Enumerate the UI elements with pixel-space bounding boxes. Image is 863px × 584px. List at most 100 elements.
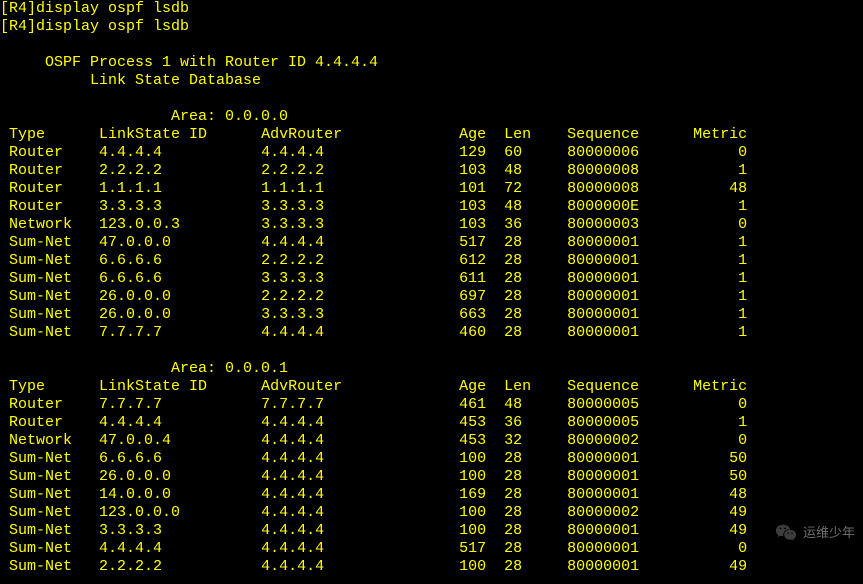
cell-type: Sum-Net xyxy=(0,252,99,269)
cell-type: Sum-Net xyxy=(0,450,99,467)
lsdb-row: Sum-Net 123.0.0.0 4.4.4.4 100 28 8000000… xyxy=(0,504,747,521)
lsdb-row: Sum-Net 6.6.6.6 4.4.4.4 100 28 80000001 … xyxy=(0,450,747,467)
cell-seq: 80000001 xyxy=(567,450,675,467)
lsdb-row: Sum-Net 26.0.0.0 2.2.2.2 697 28 80000001… xyxy=(0,288,747,305)
lsdb-row: Sum-Net 3.3.3.3 4.4.4.4 100 28 80000001 … xyxy=(0,522,747,539)
cell-seq: 80000005 xyxy=(567,414,675,431)
cell-adv: 3.3.3.3 xyxy=(261,270,459,287)
col-header-lsid: LinkState ID xyxy=(99,126,261,143)
cell-lsid: 4.4.4.4 xyxy=(99,414,261,431)
cell-seq: 80000001 xyxy=(567,252,675,269)
cell-lsid: 2.2.2.2 xyxy=(99,558,261,575)
col-header-len: Len xyxy=(504,378,567,395)
cell-adv: 4.4.4.4 xyxy=(261,324,459,341)
cell-metric: 50 xyxy=(675,450,747,467)
cell-lsid: 47.0.0.4 xyxy=(99,432,261,449)
cell-adv: 2.2.2.2 xyxy=(261,252,459,269)
cell-metric: 0 xyxy=(675,216,747,233)
cell-adv: 3.3.3.3 xyxy=(261,198,459,215)
cell-lsid: 7.7.7.7 xyxy=(99,396,261,413)
cell-lsid: 4.4.4.4 xyxy=(99,144,261,161)
cell-len: 60 xyxy=(504,144,567,161)
cell-len: 32 xyxy=(504,432,567,449)
banner-line-2: Link State Database xyxy=(0,72,261,89)
cell-metric: 50 xyxy=(675,468,747,485)
area-title: Area: 0.0.0.0 xyxy=(0,108,288,125)
cell-type: Router xyxy=(0,396,99,413)
command-line[interactable]: [R4]display ospf lsdb xyxy=(0,18,189,35)
col-header-metric: Metric xyxy=(675,126,747,143)
cell-age: 461 xyxy=(459,396,504,413)
cell-type: Router xyxy=(0,144,99,161)
lsdb-row: Sum-Net 14.0.0.0 4.4.4.4 169 28 80000001… xyxy=(0,486,747,503)
cell-age: 517 xyxy=(459,540,504,557)
cell-metric: 1 xyxy=(675,252,747,269)
cell-adv: 3.3.3.3 xyxy=(261,216,459,233)
cell-lsid: 1.1.1.1 xyxy=(99,180,261,197)
lsdb-row: Sum-Net 6.6.6.6 2.2.2.2 612 28 80000001 … xyxy=(0,252,747,269)
cell-seq: 80000001 xyxy=(567,486,675,503)
cell-adv: 2.2.2.2 xyxy=(261,162,459,179)
lsdb-row: Sum-Net 2.2.2.2 4.4.4.4 100 28 80000001 … xyxy=(0,558,747,575)
cell-type: Sum-Net xyxy=(0,288,99,305)
col-header-age: Age xyxy=(459,126,504,143)
cell-type: Sum-Net xyxy=(0,522,99,539)
cell-len: 28 xyxy=(504,468,567,485)
col-header-age: Age xyxy=(459,378,504,395)
cell-adv: 1.1.1.1 xyxy=(261,180,459,197)
cell-type: Network xyxy=(0,216,99,233)
scrollback-line: [R4]display ospf lsdb xyxy=(0,0,189,17)
cell-adv: 4.4.4.4 xyxy=(261,450,459,467)
cell-adv: 4.4.4.4 xyxy=(261,522,459,539)
cell-adv: 7.7.7.7 xyxy=(261,396,459,413)
cell-age: 100 xyxy=(459,558,504,575)
cell-adv: 4.4.4.4 xyxy=(261,144,459,161)
col-header-adv: AdvRouter xyxy=(261,126,459,143)
terminal-screen[interactable]: [R4]display ospf lsdb [R4]display ospf l… xyxy=(0,0,863,566)
cell-seq: 80000001 xyxy=(567,270,675,287)
cell-adv: 4.4.4.4 xyxy=(261,486,459,503)
wechat-watermark: 运维少年 xyxy=(775,522,855,544)
cell-type: Sum-Net xyxy=(0,504,99,521)
cell-seq: 80000001 xyxy=(567,522,675,539)
cell-age: 103 xyxy=(459,162,504,179)
lsdb-row: Sum-Net 26.0.0.0 3.3.3.3 663 28 80000001… xyxy=(0,306,747,323)
cell-seq: 80000001 xyxy=(567,558,675,575)
cell-seq: 8000000E xyxy=(567,198,675,215)
banner-line-1: OSPF Process 1 with Router ID 4.4.4.4 xyxy=(0,54,378,71)
cell-len: 48 xyxy=(504,396,567,413)
cell-len: 28 xyxy=(504,288,567,305)
cell-type: Sum-Net xyxy=(0,270,99,287)
cell-len: 28 xyxy=(504,450,567,467)
cell-lsid: 26.0.0.0 xyxy=(99,306,261,323)
cell-len: 28 xyxy=(504,486,567,503)
cell-metric: 0 xyxy=(675,540,747,557)
cell-lsid: 7.7.7.7 xyxy=(99,324,261,341)
cell-type: Sum-Net xyxy=(0,486,99,503)
cell-len: 48 xyxy=(504,198,567,215)
cell-lsid: 123.0.0.0 xyxy=(99,504,261,521)
col-header-type: Type xyxy=(0,126,99,143)
cell-seq: 80000001 xyxy=(567,306,675,323)
lsdb-row: Router 1.1.1.1 1.1.1.1 101 72 80000008 4… xyxy=(0,180,747,197)
cell-adv: 4.4.4.4 xyxy=(261,504,459,521)
cell-age: 100 xyxy=(459,450,504,467)
cell-len: 48 xyxy=(504,162,567,179)
cell-lsid: 6.6.6.6 xyxy=(99,252,261,269)
col-header-adv: AdvRouter xyxy=(261,378,459,395)
cell-adv: 4.4.4.4 xyxy=(261,558,459,575)
cell-lsid: 6.6.6.6 xyxy=(99,450,261,467)
wechat-icon xyxy=(775,522,797,544)
cell-seq: 80000002 xyxy=(567,504,675,521)
lsdb-header-row: Type LinkState ID AdvRouter Age Len Sequ… xyxy=(0,378,747,395)
cell-seq: 80000008 xyxy=(567,162,675,179)
cell-len: 28 xyxy=(504,522,567,539)
cell-len: 28 xyxy=(504,504,567,521)
cell-age: 611 xyxy=(459,270,504,287)
cell-adv: 4.4.4.4 xyxy=(261,540,459,557)
cell-len: 28 xyxy=(504,252,567,269)
prompt: [R4] xyxy=(0,18,36,35)
cell-len: 28 xyxy=(504,270,567,287)
cell-lsid: 4.4.4.4 xyxy=(99,540,261,557)
cell-age: 101 xyxy=(459,180,504,197)
